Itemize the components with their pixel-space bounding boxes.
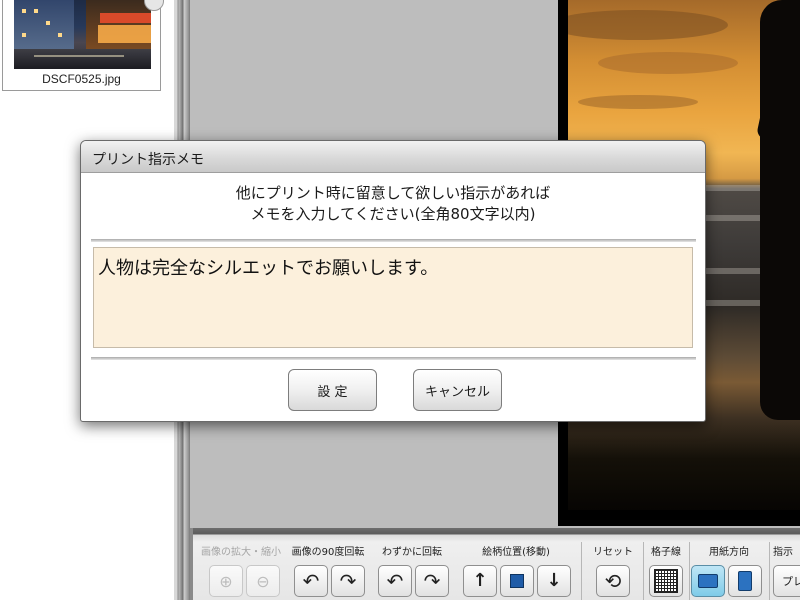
position-group: 絵柄位置(移動) ↑ ↓	[457, 543, 575, 600]
rotate-right-icon: ↷	[339, 569, 357, 593]
rotate-left-icon: ↶	[386, 569, 404, 593]
rotate90-group-title: 画像の90度回転	[291, 547, 365, 558]
grid-toggle-button[interactable]	[649, 565, 683, 597]
zoom-out-icon: ⊖	[256, 571, 270, 591]
dialog-message: 他にプリント時に留意して欲しい指示があれば メモを入力してください(全角80文字…	[81, 183, 705, 225]
landscape-button[interactable]	[691, 565, 725, 597]
dialog-divider-top	[91, 239, 696, 242]
instruction-button[interactable]: プレ	[773, 565, 800, 597]
arrow-up-icon: ↑	[472, 570, 488, 591]
toolbar-separator	[581, 542, 582, 600]
dialog-message-line2: メモを入力してください(全角80文字以内)	[250, 205, 536, 223]
fine-rotate-left-button[interactable]: ↶	[378, 565, 412, 597]
grid-group-title: 格子線	[651, 547, 681, 558]
paper-orientation-group: 用紙方向	[691, 543, 767, 600]
thumbnail-filename: DSCF0525.jpg	[42, 72, 121, 86]
reset-group: リセット ⟲	[585, 543, 641, 600]
rotate-left-icon: ↶	[302, 569, 320, 593]
memo-input[interactable]: 人物は完全なシルエットでお願いします。	[93, 247, 693, 348]
dialog-title: プリント指示メモ	[92, 152, 204, 168]
rotate-right-icon: ↷	[423, 569, 441, 593]
reset-button[interactable]: ⟲	[596, 565, 630, 597]
fine-rotate-group-title: わずかに回転	[382, 547, 442, 558]
rotate-90-right-button[interactable]: ↷	[331, 565, 365, 597]
grid-icon	[654, 569, 678, 593]
thumbnail-image[interactable]	[14, 0, 151, 69]
move-up-button[interactable]: ↑	[463, 565, 497, 597]
fine-rotate-group: わずかに回転 ↶ ↷	[373, 543, 451, 600]
instruction-group-title: 指示	[773, 547, 793, 558]
zoom-group: 画像の拡大・縮小 ⊕ ⊖	[199, 543, 283, 600]
silhouette-figure	[760, 0, 800, 420]
instruction-group: 指示 プレ	[771, 543, 800, 600]
toolbar-separator	[689, 542, 690, 600]
rotate-90-left-button[interactable]: ↶	[294, 565, 328, 597]
portrait-icon	[738, 571, 752, 591]
zoom-out-button[interactable]: ⊖	[246, 565, 280, 597]
toolbar-separator	[643, 542, 644, 600]
toolbar-separator	[769, 542, 770, 600]
center-square-icon	[510, 574, 524, 588]
center-position-button[interactable]	[500, 565, 534, 597]
reset-icon: ⟲	[604, 569, 622, 593]
landscape-icon	[698, 574, 718, 588]
zoom-group-title: 画像の拡大・縮小	[201, 547, 281, 558]
print-memo-dialog: プリント指示メモ 他にプリント時に留意して欲しい指示があれば メモを入力してくだ…	[80, 140, 706, 422]
edit-toolbar: 画像の拡大・縮小 ⊕ ⊖ 画像の90度回転 ↶ ↷ わずかに回転 ↶ ↷ 絵柄位…	[190, 528, 800, 600]
set-button[interactable]: 設 定	[288, 369, 377, 411]
thumbnail-item[interactable]: DSCF0525.jpg	[2, 0, 164, 91]
arrow-down-icon: ↓	[546, 570, 562, 591]
dialog-titlebar[interactable]: プリント指示メモ	[81, 141, 705, 173]
fine-rotate-right-button[interactable]: ↷	[415, 565, 449, 597]
dialog-divider-bottom	[91, 357, 696, 360]
portrait-button[interactable]	[728, 565, 762, 597]
cancel-button[interactable]: キャンセル	[413, 369, 502, 411]
dialog-message-line1: 他にプリント時に留意して欲しい指示があれば	[235, 184, 551, 202]
position-group-title: 絵柄位置(移動)	[482, 547, 550, 558]
paper-orientation-title: 用紙方向	[709, 547, 749, 558]
reset-group-title: リセット	[593, 547, 633, 558]
grid-group: 格子線	[645, 543, 687, 600]
zoom-in-icon: ⊕	[219, 571, 233, 591]
move-down-button[interactable]: ↓	[537, 565, 571, 597]
zoom-in-button[interactable]: ⊕	[209, 565, 243, 597]
rotate90-group: 画像の90度回転 ↶ ↷	[287, 543, 369, 600]
